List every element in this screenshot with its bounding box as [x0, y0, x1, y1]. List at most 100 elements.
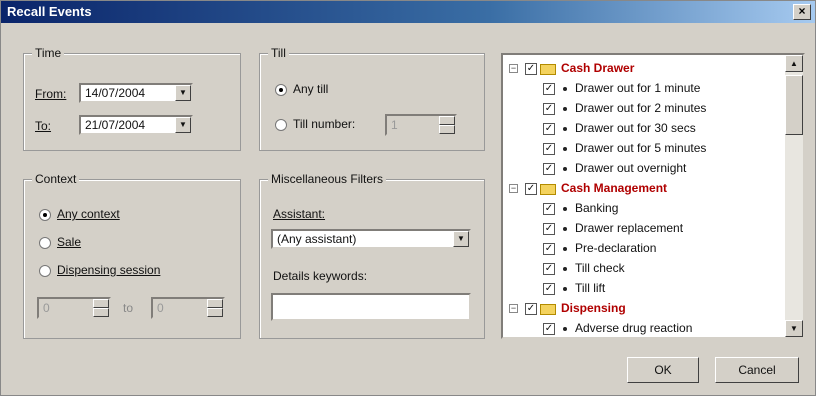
chevron-down-icon[interactable]: ▼ [175, 117, 191, 133]
tree-category-row[interactable]: − ✓ Dispensing [503, 299, 773, 319]
recall-events-dialog: Recall Events × Time From: 14/07/2004 ▼ … [0, 0, 816, 396]
scroll-thumb[interactable] [785, 75, 803, 135]
sale-radio[interactable] [39, 237, 51, 249]
time-group-label: Time [32, 46, 65, 60]
till-number-radio[interactable] [275, 119, 287, 131]
ok-button[interactable]: OK [627, 357, 699, 383]
context-from-value: 0 [43, 301, 50, 315]
item-checkbox[interactable]: ✓ [543, 243, 555, 255]
any-till-radio[interactable] [275, 84, 287, 96]
folder-icon [540, 304, 556, 315]
from-date-value: 14/07/2004 [85, 86, 146, 100]
misc-filters-group-label: Miscellaneous Filters [268, 172, 387, 186]
folder-icon [540, 64, 556, 75]
event-tree[interactable]: − ✓ Cash Drawer ✓ Drawer out for 1 minute ✓ Dr… [501, 53, 805, 339]
dispensing-session-label[interactable]: Dispensing session [57, 263, 160, 277]
tree-item-label: Drawer out for 1 minute [575, 81, 701, 95]
bullet-icon [563, 327, 567, 331]
tree-item-row[interactable]: ✓ Drawer out overnight [503, 159, 773, 179]
tree-item-row[interactable]: ✓ Adverse drug reaction [503, 319, 773, 337]
context-group-label: Context [32, 172, 80, 186]
tree-item-row[interactable]: ✓ Drawer out for 5 minutes [503, 139, 773, 159]
tree-category-row[interactable]: − ✓ Cash Drawer [503, 59, 773, 79]
tree-item-row[interactable]: ✓ Drawer replacement [503, 219, 773, 239]
window-title: Recall Events [7, 4, 92, 19]
expand-toggle-icon[interactable]: − [509, 184, 518, 193]
item-checkbox[interactable]: ✓ [543, 143, 555, 155]
any-till-label[interactable]: Any till [293, 82, 328, 96]
tree-scrollbar[interactable]: ▲ ▼ [785, 55, 803, 337]
assistant-value: (Any assistant) [277, 232, 357, 246]
scroll-down-button[interactable]: ▼ [785, 320, 803, 337]
item-checkbox[interactable]: ✓ [543, 163, 555, 175]
item-checkbox[interactable]: ✓ [543, 123, 555, 135]
close-icon: × [798, 4, 806, 18]
tree-item-label: Till check [575, 261, 625, 275]
from-date-dropdown[interactable]: 14/07/2004 ▼ [79, 83, 193, 103]
item-checkbox[interactable]: ✓ [543, 83, 555, 95]
tree-item-label: Drawer out for 2 minutes [575, 101, 707, 115]
spin-up-button[interactable] [439, 116, 455, 125]
context-to-label: to [123, 301, 134, 315]
tree-item-row[interactable]: ✓ Drawer out for 30 secs [503, 119, 773, 139]
tree-item-label: Drawer out for 5 minutes [575, 141, 707, 155]
tree-item-row[interactable]: ✓ Pre-declaration [503, 239, 773, 259]
tree-item-row[interactable]: ✓ Banking [503, 199, 773, 219]
item-checkbox[interactable]: ✓ [543, 283, 555, 295]
tree-item-row[interactable]: ✓ Drawer out for 2 minutes [503, 99, 773, 119]
tree-item-label: Drawer replacement [575, 221, 684, 235]
category-checkbox[interactable]: ✓ [525, 303, 537, 315]
cancel-button[interactable]: Cancel [715, 357, 799, 383]
spin-up-button[interactable] [207, 299, 223, 308]
till-group: Till [259, 46, 485, 151]
spin-down-button[interactable] [207, 308, 223, 317]
chevron-down-icon[interactable]: ▼ [175, 85, 191, 101]
till-number-spinner[interactable]: 1 [385, 114, 457, 136]
tree-item-row[interactable]: ✓ Drawer out for 1 minute [503, 79, 773, 99]
tree-item-label: Banking [575, 201, 619, 215]
bullet-icon [563, 167, 567, 171]
expand-toggle-icon[interactable]: − [509, 64, 518, 73]
any-context-label[interactable]: Any context [57, 207, 120, 221]
context-from-spinner[interactable]: 0 [37, 297, 111, 319]
expand-toggle-icon[interactable]: − [509, 304, 518, 313]
from-label: From: [35, 87, 67, 101]
tree-item-row[interactable]: ✓ Till lift [503, 279, 773, 299]
tree-item-row[interactable]: ✓ Till check [503, 259, 773, 279]
spin-down-button[interactable] [93, 308, 109, 317]
item-checkbox[interactable]: ✓ [543, 323, 555, 335]
details-keywords-input[interactable] [271, 293, 471, 321]
tree-item-label: Adverse drug reaction [575, 321, 693, 335]
bullet-icon [563, 107, 567, 111]
to-date-value: 21/07/2004 [85, 118, 146, 132]
assistant-dropdown[interactable]: (Any assistant) ▼ [271, 229, 471, 249]
bullet-icon [563, 227, 567, 231]
bullet-icon [563, 287, 567, 291]
tree-item-label: Drawer out for 30 secs [575, 121, 696, 135]
bullet-icon [563, 267, 567, 271]
item-checkbox[interactable]: ✓ [543, 223, 555, 235]
to-date-dropdown[interactable]: 21/07/2004 ▼ [79, 115, 193, 135]
chevron-down-icon[interactable]: ▼ [453, 231, 469, 247]
spin-up-button[interactable] [93, 299, 109, 308]
tree-category-label: Cash Drawer [561, 61, 635, 75]
category-checkbox[interactable]: ✓ [525, 63, 537, 75]
tree-category-label: Dispensing [561, 301, 626, 315]
close-button[interactable]: × [793, 4, 811, 20]
spin-down-button[interactable] [439, 125, 455, 134]
bullet-icon [563, 207, 567, 211]
sale-label[interactable]: Sale [57, 235, 81, 249]
any-context-radio[interactable] [39, 209, 51, 221]
bullet-icon [563, 127, 567, 131]
scroll-up-button[interactable]: ▲ [785, 55, 803, 72]
dispensing-session-radio[interactable] [39, 265, 51, 277]
item-checkbox[interactable]: ✓ [543, 103, 555, 115]
item-checkbox[interactable]: ✓ [543, 263, 555, 275]
context-to-spinner[interactable]: 0 [151, 297, 225, 319]
tree-category-row[interactable]: − ✓ Cash Management [503, 179, 773, 199]
till-number-label[interactable]: Till number: [293, 117, 355, 131]
item-checkbox[interactable]: ✓ [543, 203, 555, 215]
till-number-value: 1 [391, 118, 398, 132]
category-checkbox[interactable]: ✓ [525, 183, 537, 195]
to-label: To: [35, 119, 52, 133]
